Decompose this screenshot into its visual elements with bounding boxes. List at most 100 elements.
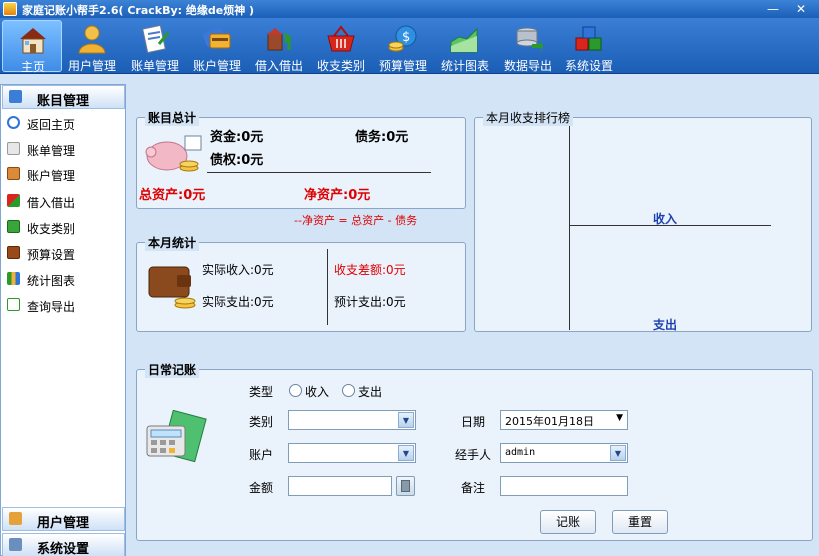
sidebar-item-home[interactable]: 返回主页	[7, 113, 121, 133]
sidebar-item-label: 账单管理	[27, 144, 76, 158]
calculator-button[interactable]	[396, 476, 415, 496]
calculator-icon	[146, 410, 207, 463]
sidebar-header-label: 用户管理	[37, 516, 90, 531]
toolbar-home-button[interactable]: 主页	[2, 20, 62, 74]
sidebar-item-borrow[interactable]: 借入借出	[7, 191, 121, 211]
main-toolbar: 主页 用户管理 账单管理 账户管理 借入借出 收支类别 $ 预算管理 统计图表 …	[0, 18, 819, 74]
back-icon	[7, 116, 20, 129]
toolbar-settings-button[interactable]: 系统设置	[559, 20, 619, 73]
bar-chart-icon	[7, 272, 20, 285]
user-icon	[78, 25, 106, 54]
toolbar-label: 统计图表	[440, 59, 489, 73]
sidebar-header-label: 账目管理	[37, 94, 90, 109]
daily-entry-panel: 日常记账 类型 收入 支出 类别 ▼ 账户 ▼ 金额 日期 2015年01月18…	[136, 361, 813, 541]
toolbar-label: 系统设置	[564, 59, 613, 73]
app-icon	[3, 2, 17, 16]
chevron-down-icon[interactable]: ▼	[616, 413, 623, 423]
book-icon	[7, 167, 20, 180]
planned-expense-text: 预计支出:0元	[334, 295, 406, 309]
sidebar-item-category[interactable]: 收支类别	[7, 217, 121, 237]
date-picker[interactable]: 2015年01月18日 ▼	[500, 410, 628, 430]
sidebar-item-label: 查询导出	[27, 300, 76, 314]
sidebar-header-users[interactable]: 用户管理	[2, 507, 125, 531]
monthly-panel: 本月统计 实际收入:0元 实际支出:0元 收支差额:0元 预计支出:0元	[136, 234, 466, 332]
sidebar: 账目管理 返回主页 账单管理 账户管理 借入借出 收支类别 预算设置 统计图表 …	[0, 84, 126, 556]
wallet-icon	[7, 246, 20, 259]
sidebar-item-label: 借入借出	[27, 196, 76, 210]
date-label: 日期	[461, 415, 486, 429]
sidebar-item-label: 返回主页	[27, 118, 76, 132]
formula-text: --净资产 = 总资产 - 债务	[294, 214, 418, 227]
ranking-income-label: 收入	[653, 212, 678, 226]
sidebar-header-settings[interactable]: 系统设置	[2, 533, 125, 556]
income-radio-label[interactable]: 收入	[305, 383, 329, 400]
window-title: 家庭记账小帮手2.6( CrackBy: 绝缘de烦神 )	[22, 4, 255, 17]
monthly-title: 本月统计	[145, 234, 200, 251]
summary-title: 账目总计	[145, 109, 200, 126]
date-value: 2015年01月18日	[505, 415, 594, 428]
toolbar-bill-button[interactable]: 账单管理	[125, 20, 185, 73]
piggy-bank-icon	[145, 135, 202, 172]
blocks-icon	[575, 26, 602, 51]
note-input[interactable]	[500, 476, 628, 496]
expense-radio-label[interactable]: 支出	[358, 383, 382, 400]
toolbar-borrow-button[interactable]: 借入借出	[249, 20, 309, 73]
ranking-panel: 本月收支排行榜 收入 支出	[474, 109, 812, 332]
type-label: 类型	[249, 385, 274, 399]
calculator-small-icon	[401, 480, 410, 492]
basket-icon	[7, 220, 20, 233]
chevron-down-icon[interactable]: ▼	[398, 445, 414, 461]
amount-input[interactable]	[288, 476, 392, 496]
bill-icon	[142, 24, 170, 54]
income-radio[interactable]	[289, 384, 302, 397]
handler-select[interactable]: admin ▼	[500, 443, 628, 463]
toolbar-label: 用户管理	[67, 59, 116, 73]
settings-icon	[9, 538, 22, 551]
sidebar-item-chart[interactable]: 统计图表	[7, 269, 121, 289]
toolbar-chart-button[interactable]: 统计图表	[435, 20, 495, 73]
wallet-icon	[148, 266, 196, 309]
summary-divider	[207, 172, 431, 173]
main-panel: 账目总计 资金:0元 债务:0元 债权:0元 总资产:0元 净资产:0元 --净…	[128, 84, 819, 556]
sidebar-item-budget[interactable]: 预算设置	[7, 243, 121, 263]
ranking-expense-label: 支出	[653, 318, 678, 332]
ranking-title: 本月收支排行榜	[483, 109, 574, 126]
daily-title: 日常记账	[145, 361, 200, 378]
actual-income-text: 实际收入:0元	[202, 263, 274, 277]
actual-expense-text: 实际支出:0元	[202, 295, 274, 309]
document-icon	[7, 142, 20, 155]
minimize-button[interactable]: —	[762, 1, 784, 17]
note-label: 备注	[461, 481, 486, 495]
toolbar-user-button[interactable]: 用户管理	[62, 20, 122, 73]
sidebar-header-ledger[interactable]: 账目管理	[2, 85, 125, 109]
toolbar-export-button[interactable]: 数据导出	[498, 20, 558, 73]
app-window: 家庭记账小帮手2.6( CrackBy: 绝缘de烦神 ) — ✕ 主页 用户管…	[0, 0, 819, 556]
toolbar-category-button[interactable]: 收支类别	[311, 20, 371, 73]
close-button[interactable]: ✕	[790, 1, 812, 17]
balance-diff-text: 收支差额:0元	[334, 263, 406, 277]
sidebar-item-bills[interactable]: 账单管理	[7, 139, 121, 159]
export-icon	[7, 298, 20, 311]
category-select[interactable]: ▼	[288, 410, 416, 430]
cards-icon	[202, 27, 231, 49]
house-icon	[20, 28, 46, 54]
summary-panel: 账目总计 资金:0元 债务:0元 债权:0元 总资产:0元 净资产:0元	[136, 109, 466, 209]
sidebar-item-accounts[interactable]: 账户管理	[7, 164, 121, 184]
exchange-icon	[7, 194, 20, 207]
sidebar-item-query[interactable]: 查询导出	[7, 295, 121, 315]
reset-button[interactable]: 重置	[612, 510, 668, 534]
sidebar-item-label: 收支类别	[27, 222, 76, 236]
sidebar-item-label: 预算设置	[27, 248, 76, 262]
toolbar-budget-button[interactable]: $ 预算管理	[373, 20, 433, 73]
exchange-icon	[267, 28, 292, 51]
toolbar-account-button[interactable]: 账户管理	[187, 20, 247, 73]
net-assets-text: 净资产:0元	[304, 188, 371, 203]
sidebar-item-label: 账户管理	[27, 169, 76, 183]
chevron-down-icon[interactable]: ▼	[398, 412, 414, 428]
claims-text: 债权:0元	[210, 153, 264, 168]
chevron-down-icon[interactable]: ▼	[610, 445, 626, 461]
account-select[interactable]: ▼	[288, 443, 416, 463]
submit-button[interactable]: 记账	[540, 510, 596, 534]
funds-text: 资金:0元	[210, 130, 264, 145]
expense-radio[interactable]	[342, 384, 355, 397]
